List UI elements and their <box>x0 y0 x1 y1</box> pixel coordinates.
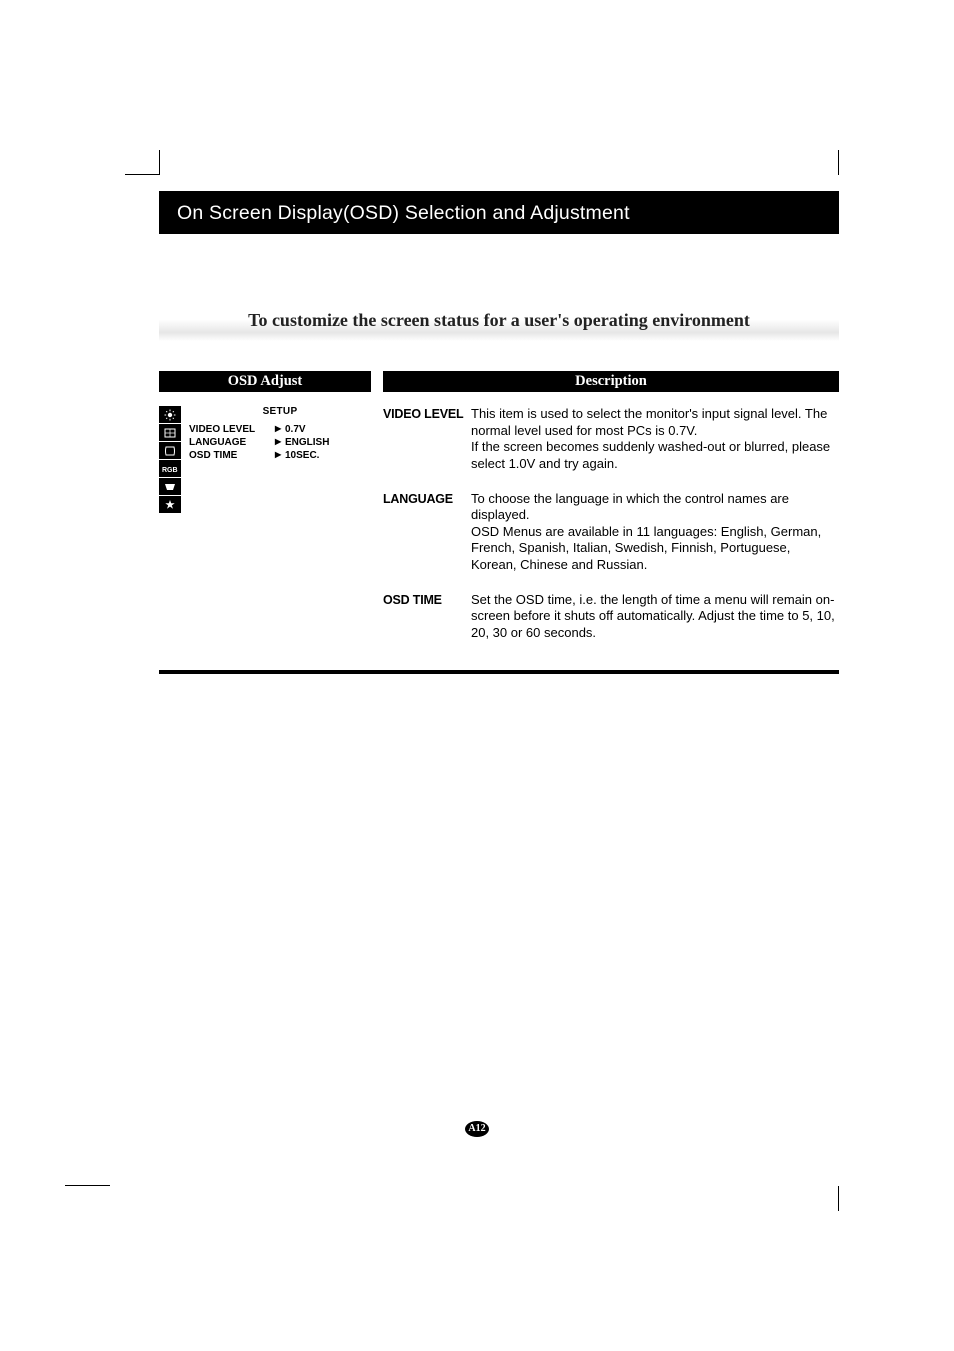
osd-row-language: LANGUAGE ▶ ENGLISH <box>189 436 371 449</box>
table-header-row: OSD Adjust Description <box>159 371 839 392</box>
horizontal-rule <box>159 670 839 674</box>
osd-row-label: OSD TIME <box>189 450 275 461</box>
page-content: On Screen Display(OSD) Selection and Adj… <box>159 191 839 674</box>
description-item-video-level: VIDEO LEVEL This item is used to select … <box>383 406 839 473</box>
page-number-wrap: A12 <box>0 1118 954 1137</box>
description-column: VIDEO LEVEL This item is used to select … <box>371 406 839 660</box>
osd-row-video-level: VIDEO LEVEL ▶ 0.7V <box>189 423 371 436</box>
osd-icon-strip: RGB <box>159 406 183 514</box>
description-body: Set the OSD time, i.e. the length of tim… <box>471 592 839 642</box>
col-header-osd-adjust: OSD Adjust <box>159 371 371 392</box>
crop-mark <box>838 1186 839 1211</box>
description-term: LANGUAGE <box>383 491 471 574</box>
triangle-icon: ▶ <box>275 437 285 448</box>
section-subtitle: To customize the screen status for a use… <box>159 302 839 341</box>
column-gap <box>371 371 383 392</box>
osd-row-value: 10SEC. <box>285 450 319 461</box>
osd-panel: RGB SETUP VIDEO LEVEL ▶ 0.7V <box>159 406 371 660</box>
description-item-language: LANGUAGE To choose the language in which… <box>383 491 839 574</box>
osd-row-osd-time: OSD TIME ▶ 10SEC. <box>189 449 371 462</box>
color-icon: RGB <box>159 460 181 477</box>
position-icon <box>159 424 181 441</box>
triangle-icon: ▶ <box>275 424 285 435</box>
special-icon <box>159 496 181 513</box>
geometry-icon <box>159 442 181 459</box>
svg-text:RGB: RGB <box>162 467 178 474</box>
osd-row-value: 0.7V <box>285 424 306 435</box>
description-body: This item is used to select the monitor'… <box>471 406 839 473</box>
osd-panel-text: SETUP VIDEO LEVEL ▶ 0.7V LANGUAGE ▶ ENGL… <box>183 406 371 462</box>
setup-icon <box>159 478 181 495</box>
osd-row-label: LANGUAGE <box>189 437 275 448</box>
description-body: To choose the language in which the cont… <box>471 491 839 574</box>
triangle-icon: ▶ <box>275 450 285 461</box>
brightness-icon <box>159 406 181 423</box>
osd-panel-title: SETUP <box>189 406 371 423</box>
osd-row-value: ENGLISH <box>285 437 329 448</box>
description-term: VIDEO LEVEL <box>383 406 471 473</box>
description-term: OSD TIME <box>383 592 471 642</box>
crop-mark <box>125 174 160 175</box>
page-number: A12 <box>465 1121 489 1137</box>
description-item-osd-time: OSD TIME Set the OSD time, i.e. the leng… <box>383 592 839 642</box>
osd-row-label: VIDEO LEVEL <box>189 424 275 435</box>
col-header-description: Description <box>383 371 839 392</box>
osd-table: OSD Adjust Description RGB <box>159 371 839 674</box>
table-content-row: RGB SETUP VIDEO LEVEL ▶ 0.7V <box>159 406 839 660</box>
crop-mark <box>838 150 839 175</box>
crop-mark <box>159 150 160 175</box>
crop-mark <box>65 1185 110 1186</box>
page-title: On Screen Display(OSD) Selection and Adj… <box>159 191 839 234</box>
